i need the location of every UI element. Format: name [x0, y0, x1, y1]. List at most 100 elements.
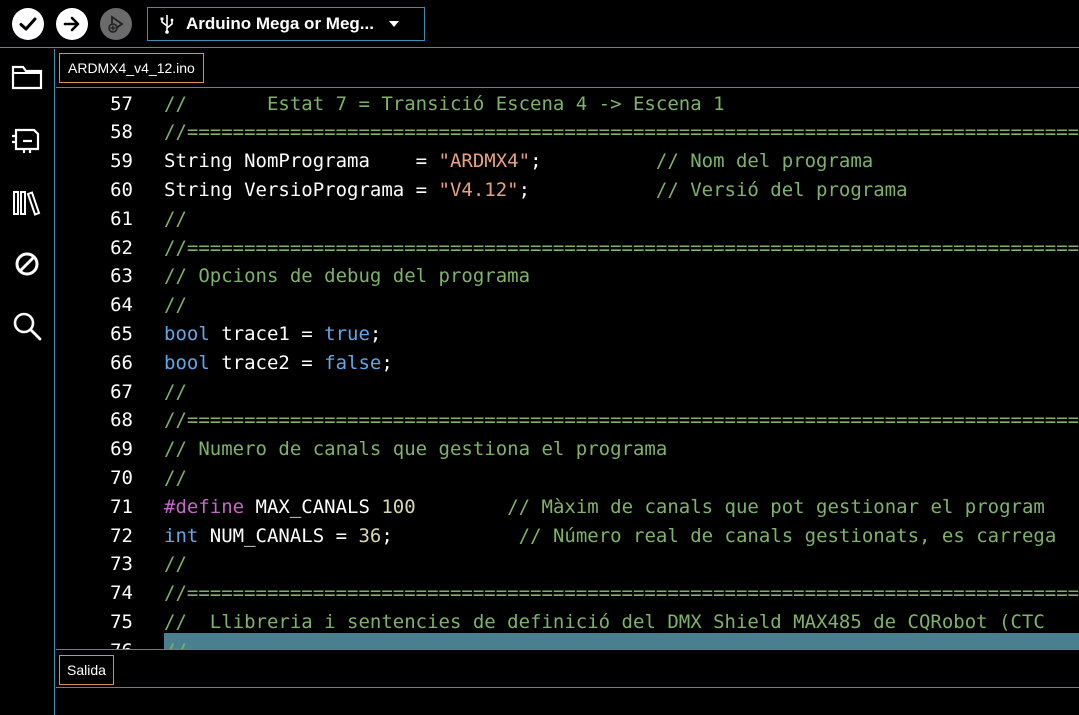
tab-strip: ARDMX4_v4_12.ino — [56, 49, 1079, 87]
code-token: "ARDMX4" — [438, 150, 531, 173]
code-line[interactable]: 61 // — [56, 204, 1079, 233]
code-token: // Llibreria i sentencies de definició d… — [164, 610, 1045, 633]
debug-button[interactable] — [100, 8, 132, 40]
code-token: ; — [381, 351, 393, 374]
code-token: // Numero de canals que gestiona el prog… — [164, 438, 668, 461]
line-number: 75 — [110, 610, 133, 633]
code-token: // Nom del programa — [655, 150, 874, 173]
code-line[interactable]: 65 bool trace1 = true; — [56, 319, 1079, 348]
code-line[interactable]: 70 // — [56, 463, 1079, 492]
debug-panel-button[interactable] — [10, 247, 44, 281]
code-token: bool — [164, 322, 210, 345]
code-token: String VersioPrograma = — [164, 178, 439, 201]
code-line[interactable]: 75 // Llibreria i sentencies de definició… — [56, 607, 1079, 636]
code-token: ; — [381, 524, 519, 547]
code-token: // — [164, 466, 187, 489]
code-text: // — [164, 640, 187, 649]
code-line[interactable]: 66 bool trace2 = false; — [56, 348, 1079, 377]
arrow-right-icon — [63, 16, 80, 32]
board-name: Arduino Mega or Meg... — [186, 14, 374, 33]
code-text: bool trace2 = false; — [164, 352, 393, 374]
code-token: "V4.12" — [438, 178, 519, 201]
code-text: // — [164, 294, 187, 316]
checkmark-icon — [19, 17, 37, 31]
output-divider — [56, 687, 1079, 688]
board-selector[interactable]: Arduino Mega or Meg... — [147, 7, 425, 41]
boards-manager-icon — [12, 128, 40, 153]
code-token: trace2 = — [209, 351, 325, 374]
code-line[interactable]: 63 // Opcions de debug del programa — [56, 262, 1079, 291]
code-token: 36 — [358, 524, 382, 547]
line-number: 68 — [110, 409, 133, 432]
code-token: // — [164, 553, 187, 576]
code-text: //======================================… — [164, 582, 1079, 604]
line-number: 67 — [110, 380, 133, 403]
code-token: trace1 = — [209, 322, 325, 345]
code-line[interactable]: 62 //====================================… — [56, 233, 1079, 262]
code-line[interactable]: 57 // Estat 7 = Transició Escena 4 -> Esc… — [56, 89, 1079, 118]
line-number: 65 — [110, 322, 133, 345]
line-number: 66 — [110, 351, 133, 374]
code-text: //======================================… — [164, 409, 1079, 431]
code-line[interactable]: 76 // — [56, 636, 1079, 649]
output-panel: Salida — [56, 649, 1079, 715]
line-number: 71 — [110, 495, 133, 518]
toolbar: Arduino Mega or Meg... — [0, 0, 1079, 48]
code-line[interactable]: 74 //====================================… — [56, 579, 1079, 608]
library-manager-button[interactable] — [10, 186, 44, 220]
boards-manager-button[interactable] — [10, 123, 44, 157]
code-line[interactable]: 71 #define MAX_CANALS 100 // Màxim de can… — [56, 492, 1079, 521]
line-number: 59 — [110, 150, 133, 173]
code-text: //======================================… — [164, 121, 1079, 143]
upload-button[interactable] — [56, 8, 88, 40]
code-token: // — [164, 207, 187, 230]
line-number: 61 — [110, 207, 133, 230]
line-number: 70 — [110, 466, 133, 489]
sidebar — [0, 49, 55, 715]
code-token: #define — [164, 495, 245, 518]
code-text: // Llibreria i sentencies de definició d… — [164, 611, 1045, 633]
code-token: ; — [518, 178, 656, 201]
code-token: //======================================… — [164, 236, 1079, 259]
code-token: ; — [530, 150, 656, 173]
code-line[interactable]: 73 // — [56, 550, 1079, 579]
code-token: MAX_CANALS — [244, 495, 382, 518]
code-line[interactable]: 69 // Numero de canals que gestiona el pr… — [56, 435, 1079, 464]
line-number: 73 — [110, 553, 133, 576]
line-number: 74 — [110, 582, 133, 605]
code-text: //======================================… — [164, 237, 1079, 259]
code-text: String NomPrograma = "ARDMX4"; // Nom de… — [164, 150, 873, 172]
library-icon — [13, 191, 41, 216]
code-line[interactable]: 64 // — [56, 291, 1079, 320]
debug-icon — [108, 15, 124, 33]
line-number: 58 — [110, 121, 133, 144]
code-line[interactable]: 67 // — [56, 377, 1079, 406]
line-number: 64 — [110, 294, 133, 317]
tab-ardmx4-ino[interactable]: ARDMX4_v4_12.ino — [59, 53, 204, 83]
code-text: // Numero de canals que gestiona el prog… — [164, 438, 667, 460]
code-line[interactable]: 68 //====================================… — [56, 406, 1079, 435]
output-tab[interactable]: Salida — [59, 655, 114, 685]
chevron-down-icon — [388, 21, 399, 27]
code-text: // Opcions de debug del programa — [164, 265, 530, 287]
code-text: // — [164, 553, 187, 575]
code-token: //======================================… — [164, 121, 1079, 144]
output-tab-label: Salida — [67, 662, 106, 678]
verify-button[interactable] — [12, 8, 44, 40]
line-number: 72 — [110, 524, 133, 547]
code-line[interactable]: 58 //====================================… — [56, 118, 1079, 147]
code-token: // — [164, 640, 187, 649]
code-token: ; — [369, 322, 382, 345]
code-text: // — [164, 381, 187, 403]
code-line[interactable]: 60 String VersioPrograma = "V4.12"; // Ve… — [56, 175, 1079, 204]
line-number: 69 — [110, 438, 133, 461]
code-line[interactable]: 72 int NUM_CANALS = 36; // Número real de… — [56, 521, 1079, 550]
code-token: int — [164, 524, 199, 547]
code-token: // Número real de canals gestionats, es … — [518, 524, 1057, 547]
code-token: //======================================… — [164, 409, 1079, 432]
code-editor[interactable]: 57 // Estat 7 = Transició Escena 4 -> Esc… — [56, 87, 1079, 649]
code-token: // Versió del programa — [655, 178, 908, 201]
search-button[interactable] — [10, 309, 44, 343]
code-line[interactable]: 59 String NomPrograma = "ARDMX4"; // Nom … — [56, 147, 1079, 176]
sketchbook-button[interactable] — [10, 60, 44, 94]
